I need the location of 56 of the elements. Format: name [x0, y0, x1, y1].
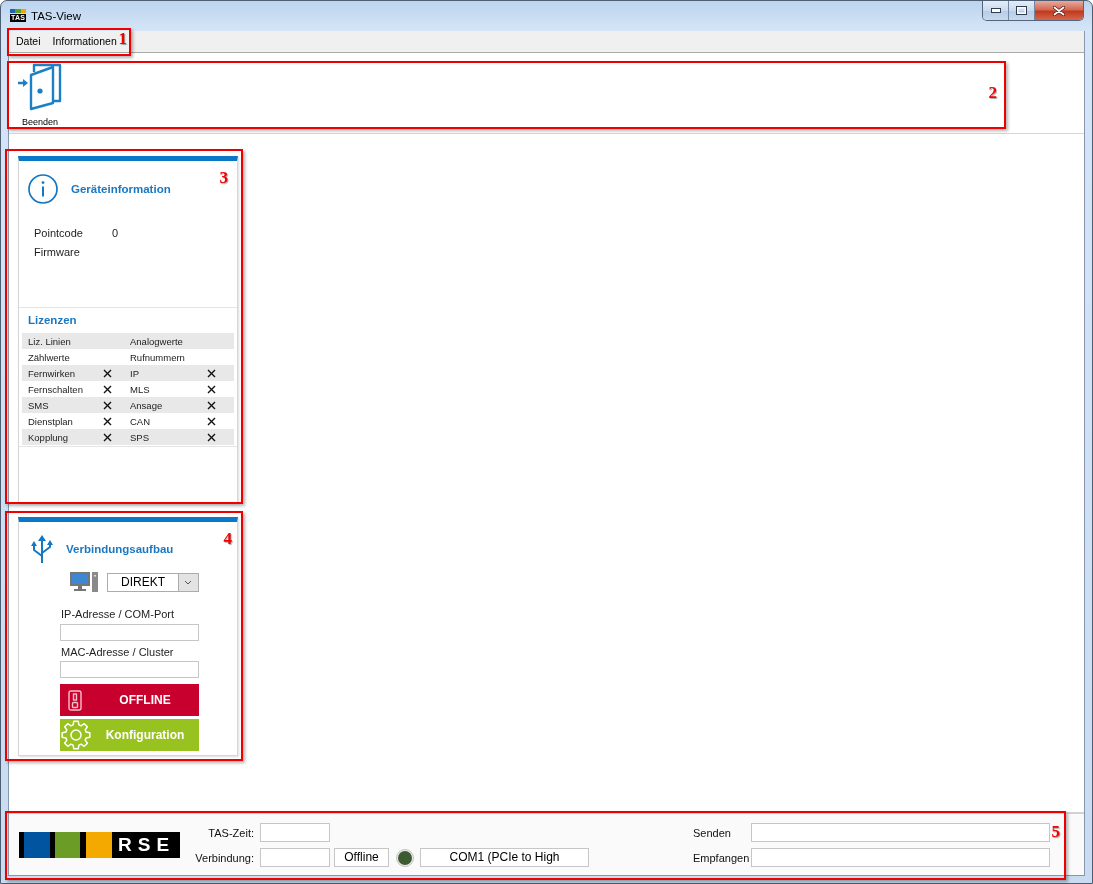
maximize-icon	[1016, 6, 1027, 15]
computer-icon	[70, 572, 98, 592]
license-label: SPS	[130, 431, 150, 443]
switch-icon	[68, 689, 82, 711]
field-label: TAS-Zeit:	[207, 826, 254, 839]
mode-dropdown[interactable]: DIREKT	[107, 572, 199, 592]
license-label: Kopplung	[28, 431, 70, 443]
door-icon	[18, 63, 62, 111]
license-label: Analogwerte	[130, 335, 184, 347]
close-icon	[1053, 5, 1065, 16]
panel-title: Verbindungsaufbau	[66, 543, 174, 555]
minimize-button[interactable]	[983, 1, 1009, 20]
info-label: Pointcode	[34, 226, 84, 241]
maximize-button[interactable]	[1009, 1, 1035, 20]
exit-button[interactable]: Beenden	[14, 53, 66, 128]
chevron-down-icon	[178, 573, 198, 591]
license-label: MLS	[130, 383, 151, 395]
gear-icon	[61, 720, 91, 750]
license-label: SMS	[28, 399, 50, 411]
info-icon	[28, 174, 58, 204]
license-label: Fernwirken	[28, 367, 76, 379]
field-label: Empfangen	[693, 851, 751, 864]
field-label: MAC-Adresse / Cluster	[60, 645, 175, 660]
license-label: Zählwerte	[28, 351, 71, 363]
state-field: Offline	[334, 848, 389, 867]
license-label: Ansage	[130, 399, 164, 411]
license-label: CAN	[130, 415, 152, 427]
annotation-number: 5	[1051, 825, 1060, 839]
menu-item[interactable]: Datei	[10, 31, 47, 52]
company-logo: RSE	[19, 832, 180, 858]
time-field	[260, 823, 330, 842]
port-field: COM1 (PCIe to High	[420, 848, 589, 867]
info-value: 0	[112, 226, 119, 241]
license-label: Fernschalten	[28, 383, 84, 395]
license-label: Liz. Linien	[28, 335, 72, 347]
usb-icon	[30, 535, 54, 563]
panel-title: Geräteinformation	[71, 183, 171, 195]
input-field[interactable]	[60, 624, 199, 641]
annotation-number: 3	[219, 171, 228, 185]
annotation-number: 4	[223, 532, 232, 546]
info-label: Firmware	[34, 245, 81, 260]
license-label: IP	[130, 367, 140, 379]
field-label: Senden	[693, 826, 732, 839]
section-title: Lizenzen	[27, 313, 78, 327]
field-label: Verbindung:	[194, 851, 254, 864]
window-title: TAS-View	[31, 9, 82, 24]
status-button[interactable]: OFFLINE	[60, 684, 199, 716]
input-field[interactable]	[60, 661, 199, 678]
field-label: IP-Adresse / COM-Port	[60, 607, 176, 622]
connection-field	[260, 848, 330, 867]
license-label: Rufnummern	[130, 351, 186, 363]
close-button[interactable]	[1035, 1, 1083, 20]
annotation-number: 1	[118, 32, 127, 46]
license-label: Dienstplan	[28, 415, 74, 427]
minimize-icon	[990, 8, 1001, 13]
annotation-number: 2	[988, 86, 997, 100]
